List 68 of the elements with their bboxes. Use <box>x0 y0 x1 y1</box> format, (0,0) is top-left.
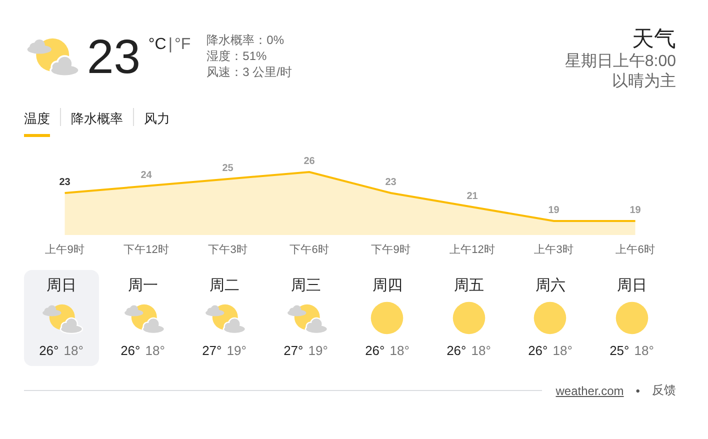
day-card[interactable]: 周二 27° 19° <box>187 270 262 366</box>
sun-icon <box>452 301 486 335</box>
low-temperature: 18° <box>552 343 572 358</box>
low-temperature: 19° <box>226 343 246 358</box>
high-temperature: 26° <box>446 343 466 358</box>
day-card[interactable]: 周日 25° 18° <box>594 270 669 366</box>
temperature-value: 26 <box>304 156 315 167</box>
temperature-value: 25 <box>222 163 234 174</box>
day-name: 周六 <box>535 276 566 295</box>
day-name: 周三 <box>290 276 321 295</box>
low-temperature: 18° <box>390 343 410 358</box>
time-label: 下午9时 <box>371 244 410 256</box>
sun-icon <box>533 301 568 335</box>
time-label: 下午3时 <box>208 244 248 256</box>
day-card[interactable]: 周五 26° 18° <box>432 270 506 366</box>
high-temperature: 27° <box>284 343 304 358</box>
chart-tab[interactable]: 风力 <box>144 106 170 137</box>
weather-detail: 湿度：51% <box>206 48 268 64</box>
unit-separator: | <box>168 36 172 54</box>
day-card[interactable]: 周四 26° 18° <box>350 270 424 366</box>
time-label: 上午9时 <box>45 244 84 256</box>
day-name: 周一 <box>128 276 158 295</box>
temperature-value: 23 <box>59 177 70 188</box>
day-card[interactable]: 周六 26° 18° <box>513 270 588 366</box>
day-card[interactable]: 周三 27° 19° <box>268 270 343 366</box>
high-temperature: 26° <box>528 343 548 358</box>
weather-detail: 风速：3 公里/时 <box>206 64 292 80</box>
day-name: 周日 <box>46 276 76 295</box>
weather-detail: 降水概率：0% <box>206 32 286 48</box>
fahrenheit-toggle[interactable]: °F <box>174 36 191 54</box>
temperature-value: 24 <box>140 170 152 181</box>
day-name: 周二 <box>209 276 240 295</box>
chart-tab[interactable]: 降水概率 <box>71 106 123 137</box>
low-temperature: 18° <box>471 343 491 358</box>
low-temperature: 18° <box>64 343 84 358</box>
day-card[interactable]: 周日 26° 18° <box>24 270 98 366</box>
day-name: 周四 <box>372 276 402 295</box>
high-temperature: 27° <box>202 343 222 358</box>
day-card[interactable]: 周一 26° 18° <box>106 270 180 366</box>
separator-dot: • <box>636 384 640 398</box>
temperature-value: 19 <box>630 205 641 216</box>
high-temperature: 26° <box>39 343 59 358</box>
day-name: 周五 <box>454 276 484 295</box>
weather-condition: 以晴为主 <box>611 72 676 92</box>
current-time: 星期日上午8:00 <box>564 52 676 72</box>
low-temperature: 19° <box>308 343 328 358</box>
day-name: 周日 <box>616 276 647 295</box>
time-label: 上午6时 <box>616 244 655 256</box>
chart-tab[interactable]: 温度 <box>24 106 50 137</box>
time-label: 上午12时 <box>450 244 495 256</box>
celsius-toggle[interactable]: °C <box>148 36 166 54</box>
feedback-link[interactable]: 反馈 <box>652 382 676 399</box>
high-temperature: 26° <box>365 343 385 358</box>
sun-icon <box>370 301 404 335</box>
temperature-value: 23 <box>385 177 396 188</box>
time-label: 上午3时 <box>534 244 574 256</box>
low-temperature: 18° <box>634 343 654 358</box>
temperature-value: 19 <box>548 205 560 216</box>
source-link[interactable]: weather.com <box>556 384 624 398</box>
high-temperature: 25° <box>610 343 630 358</box>
widget-title: 天气 <box>631 26 676 52</box>
current-temperature: 23 <box>87 30 140 86</box>
temperature-value: 21 <box>466 191 478 202</box>
low-temperature: 18° <box>145 343 165 358</box>
high-temperature: 26° <box>120 343 140 358</box>
sun-icon <box>614 301 649 335</box>
time-label: 下午6时 <box>290 244 329 256</box>
time-label: 下午12时 <box>124 244 169 256</box>
